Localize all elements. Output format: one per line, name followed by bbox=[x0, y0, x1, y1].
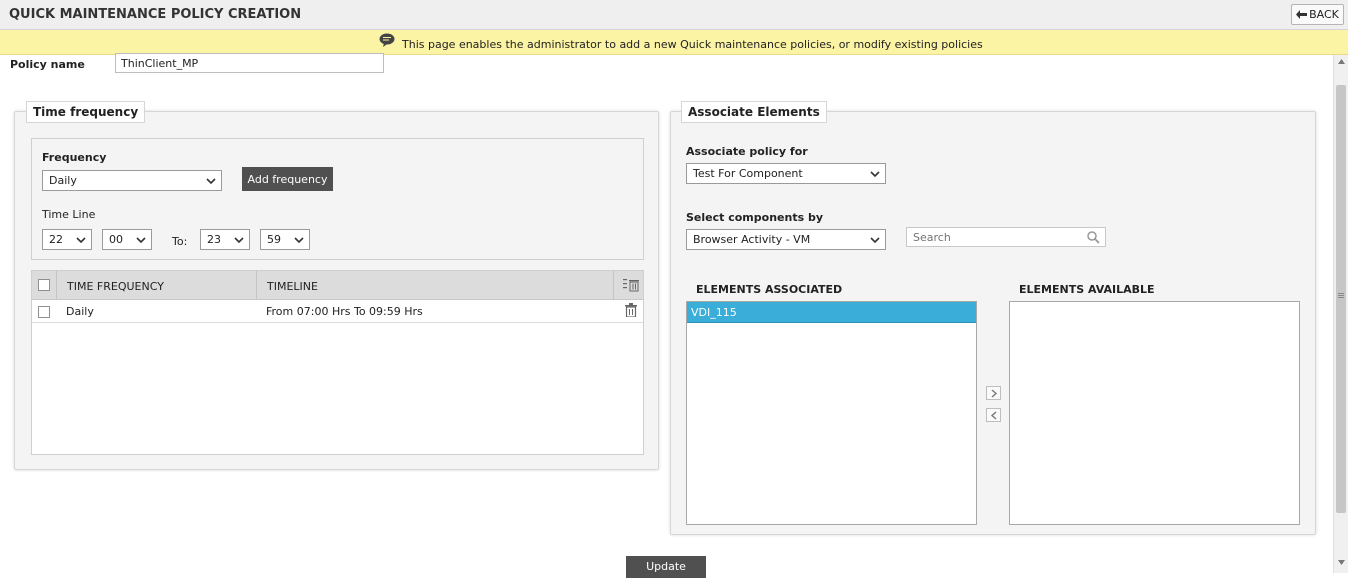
back-arrow-icon bbox=[1296, 10, 1308, 19]
scroll-down-icon[interactable] bbox=[1338, 560, 1345, 565]
trash-icon[interactable] bbox=[625, 303, 637, 317]
from-minute-select[interactable]: 00 bbox=[102, 229, 152, 250]
page-header: QUICK MAINTENANCE POLICY CREATION BACK bbox=[0, 0, 1348, 30]
table-header: TIME FREQUENCY TIMELINE bbox=[32, 271, 643, 300]
row-timeline: From 07:00 Hrs To 09:59 Hrs bbox=[266, 305, 423, 318]
to-hour-select[interactable]: 23 bbox=[200, 229, 250, 250]
info-bar: This page enables the administrator to a… bbox=[0, 30, 1348, 55]
chevron-down-icon bbox=[206, 178, 216, 185]
back-button[interactable]: BACK bbox=[1291, 4, 1344, 25]
policy-name-input[interactable] bbox=[115, 53, 384, 73]
chevron-down-icon bbox=[136, 237, 146, 244]
associate-policy-for-select[interactable]: Test For Component bbox=[686, 163, 886, 184]
move-left-button[interactable] bbox=[986, 408, 1001, 422]
associate-policy-for-value: Test For Component bbox=[693, 167, 803, 180]
select-components-by-select[interactable]: Browser Activity - VM bbox=[686, 229, 886, 250]
frequency-select-value: Daily bbox=[49, 174, 77, 187]
chevron-left-icon bbox=[990, 411, 997, 420]
add-frequency-button[interactable]: Add frequency bbox=[242, 167, 333, 191]
select-components-by-value: Browser Activity - VM bbox=[693, 233, 811, 246]
elements-associated-list[interactable]: VDI_115 bbox=[686, 301, 977, 525]
column-menu-icon[interactable] bbox=[623, 278, 639, 292]
policy-name-label: Policy name bbox=[10, 58, 85, 71]
frequency-label: Frequency bbox=[42, 151, 107, 164]
info-message: This page enables the administrator to a… bbox=[402, 38, 983, 51]
frequency-select[interactable]: Daily bbox=[42, 170, 222, 191]
scroll-up-icon[interactable] bbox=[1338, 59, 1345, 64]
elements-available-title: ELEMENTS AVAILABLE bbox=[1019, 283, 1155, 296]
column-header-time-frequency[interactable]: TIME FREQUENCY bbox=[67, 280, 164, 293]
associate-elements-legend: Associate Elements bbox=[681, 101, 827, 123]
to-minute-select[interactable]: 59 bbox=[260, 229, 310, 250]
select-all-checkbox[interactable] bbox=[38, 279, 50, 291]
frequency-box: Frequency Daily Add frequency Time Line … bbox=[31, 138, 644, 260]
chevron-down-icon bbox=[870, 237, 880, 244]
row-checkbox[interactable] bbox=[38, 306, 50, 318]
page-title: QUICK MAINTENANCE POLICY CREATION bbox=[9, 7, 302, 22]
back-label: BACK bbox=[1309, 8, 1339, 21]
page-scrollbar[interactable] bbox=[1333, 55, 1348, 573]
search-input[interactable] bbox=[907, 228, 1082, 246]
speech-bubble-icon bbox=[379, 33, 395, 47]
chevron-right-icon bbox=[991, 389, 998, 398]
move-right-button[interactable] bbox=[986, 386, 1001, 400]
to-label: To: bbox=[172, 235, 188, 248]
chevron-down-icon bbox=[294, 237, 304, 244]
chevron-down-icon bbox=[234, 237, 244, 244]
associate-elements-panel: Associate policy for Test For Component … bbox=[670, 111, 1316, 535]
search-icon[interactable] bbox=[1087, 231, 1100, 244]
update-button[interactable]: Update bbox=[626, 556, 706, 578]
to-hour-value: 23 bbox=[207, 233, 221, 246]
elements-associated-title: ELEMENTS ASSOCIATED bbox=[696, 283, 843, 296]
scrollbar-thumb[interactable] bbox=[1336, 85, 1346, 513]
table-row[interactable]: Daily From 07:00 Hrs To 09:59 Hrs bbox=[32, 300, 643, 323]
from-hour-value: 22 bbox=[49, 233, 63, 246]
chevron-down-icon bbox=[76, 237, 86, 244]
to-minute-value: 59 bbox=[267, 233, 281, 246]
list-item[interactable]: VDI_115 bbox=[687, 302, 976, 323]
select-components-by-label: Select components by bbox=[686, 211, 823, 224]
search-box bbox=[906, 227, 1106, 247]
elements-available-list[interactable] bbox=[1009, 301, 1300, 525]
associate-policy-for-label: Associate policy for bbox=[686, 145, 808, 158]
row-frequency: Daily bbox=[66, 305, 94, 318]
time-frequency-panel: Frequency Daily Add frequency Time Line … bbox=[14, 111, 659, 470]
column-header-timeline[interactable]: TIMELINE bbox=[267, 280, 318, 293]
frequency-table: TIME FREQUENCY TIMELINE Daily From 07:00… bbox=[31, 270, 644, 455]
from-hour-select[interactable]: 22 bbox=[42, 229, 92, 250]
chevron-down-icon bbox=[870, 171, 880, 178]
from-minute-value: 00 bbox=[109, 233, 123, 246]
timeline-label: Time Line bbox=[42, 208, 96, 221]
time-frequency-legend: Time frequency bbox=[26, 101, 146, 123]
